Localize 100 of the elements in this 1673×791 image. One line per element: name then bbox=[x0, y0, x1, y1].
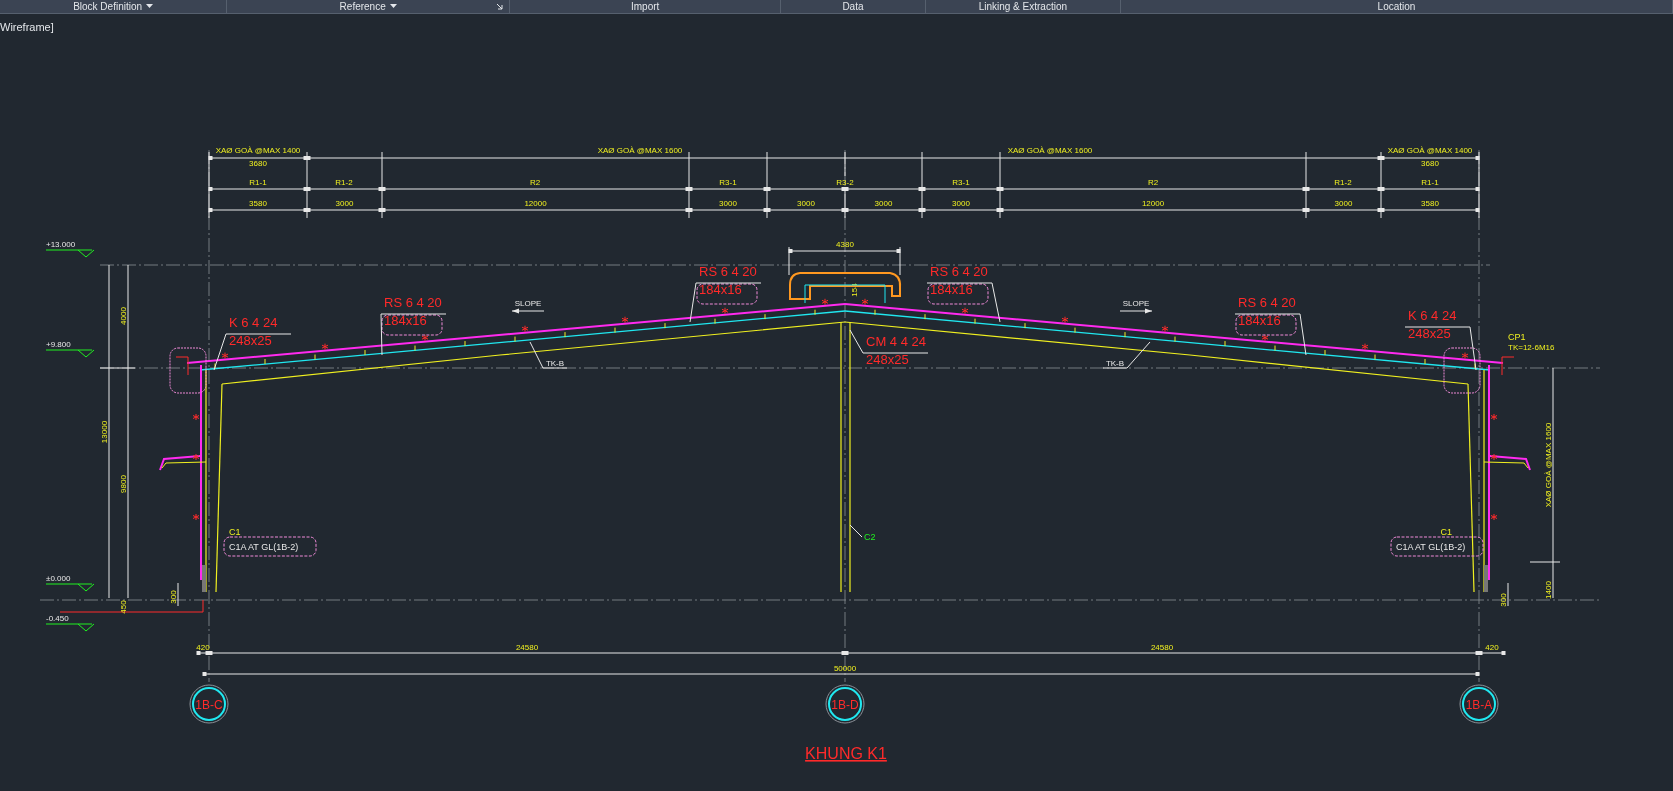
rafter-segment-text: R3-1 bbox=[952, 178, 970, 187]
bolt-mark-icon bbox=[421, 334, 429, 342]
grid-axis-label: 1B-C bbox=[195, 698, 223, 712]
member-size: 248x25 bbox=[1408, 326, 1451, 341]
bolt-mark-icon bbox=[321, 343, 329, 351]
dimension-text: 4380 bbox=[836, 240, 854, 249]
spacing-text: XAØ GOÀ @MAX 1400 bbox=[215, 146, 301, 155]
member-size: 248x25 bbox=[866, 352, 909, 367]
spacing-text: XAØ GOÀ @MAX 1600 bbox=[597, 146, 683, 155]
grid-bubble bbox=[189, 684, 229, 724]
dimension-text: 420 bbox=[196, 643, 210, 652]
slope-text: SLOPE bbox=[1122, 299, 1150, 308]
grid-bubble bbox=[1459, 684, 1499, 724]
spacing-text: XAØ GOÀ @MAX 1600 bbox=[1007, 146, 1093, 155]
tag-text: TK-B bbox=[545, 359, 565, 368]
column-note: C1A AT GL(1B-2) bbox=[1396, 542, 1466, 552]
tag-text: TK-B bbox=[1105, 359, 1125, 368]
bolt-mark-icon bbox=[192, 513, 200, 521]
member-label: RS 6 4 20 bbox=[384, 295, 442, 310]
grid-bubble bbox=[825, 684, 865, 724]
dimension-text: 13000 bbox=[100, 420, 109, 444]
ribbon-panel-title[interactable]: Data bbox=[781, 0, 926, 13]
bolt-mark-icon bbox=[1361, 343, 1369, 351]
column-mark: C1 bbox=[1440, 527, 1452, 537]
ribbon-panel-title[interactable]: Import bbox=[510, 0, 782, 13]
slope-text: SLOPE bbox=[514, 299, 542, 308]
ribbon-panel-title[interactable]: Linking & Extraction bbox=[925, 0, 1121, 13]
rafter-segment-text: R3-1 bbox=[719, 178, 737, 187]
bolt-mark-icon bbox=[221, 352, 229, 360]
leader-line bbox=[1102, 341, 1151, 369]
arrow-icon bbox=[1119, 308, 1153, 314]
column-mark: C2 bbox=[864, 532, 876, 542]
ribbon-panel-title[interactable]: Reference bbox=[227, 0, 511, 13]
dimension-text: 3000 bbox=[719, 199, 737, 208]
member-size: 184x16 bbox=[384, 313, 427, 328]
dimension-text: 3000 bbox=[1334, 199, 1353, 208]
dimension-text: 12000 bbox=[1141, 199, 1165, 208]
dimension-text: 24580 bbox=[1150, 643, 1174, 652]
bolt-mark-icon bbox=[1490, 453, 1498, 461]
member-label: CM 4 4 24 bbox=[866, 334, 926, 349]
dimension-text: 420 bbox=[1485, 643, 1499, 652]
plate-note: TK=12-6M16 bbox=[1508, 343, 1555, 352]
column-note: C1A AT GL(1B-2) bbox=[229, 542, 299, 552]
member-size: 184x16 bbox=[699, 282, 742, 297]
rafter-segment-text: R1-1 bbox=[249, 178, 267, 187]
dimension-text: 450 bbox=[119, 600, 128, 614]
dimension-text: 3000 bbox=[797, 199, 815, 208]
dimension-text: 154 bbox=[850, 283, 859, 297]
level-marker-icon bbox=[45, 623, 95, 632]
dimension-text: 3000 bbox=[335, 199, 354, 208]
member-label: RS 6 4 20 bbox=[1238, 295, 1296, 310]
column-mark: C1 bbox=[229, 527, 241, 537]
dimension-text: 1400 bbox=[1544, 581, 1553, 599]
bolt-mark-icon bbox=[861, 298, 869, 306]
rafter-segment-text: R2 bbox=[529, 178, 541, 187]
ribbon-panel-title[interactable]: Location bbox=[1121, 0, 1673, 13]
member-label: K 6 4 24 bbox=[229, 315, 278, 330]
leader-line bbox=[380, 313, 447, 356]
member-label: RS 6 4 20 bbox=[930, 264, 988, 279]
dimension-text: 4000 bbox=[119, 307, 128, 325]
revision-cloud bbox=[169, 347, 207, 394]
level-text: +9.800 bbox=[46, 340, 71, 349]
bolt-mark-icon bbox=[961, 307, 969, 315]
spacing-text: XAØ GOÀ @MAX 1400 bbox=[1387, 146, 1473, 155]
bolt-mark-icon bbox=[1490, 513, 1498, 521]
grid-axis-label: 1B-D bbox=[831, 698, 859, 712]
ribbon-panel-title[interactable]: Block Definition bbox=[0, 0, 228, 13]
member-size: 184x16 bbox=[1238, 313, 1281, 328]
dimension-text: XAØ GOÀ @MAX 1600 bbox=[1544, 422, 1553, 508]
rafter-segment-text: R1-2 bbox=[1334, 178, 1352, 187]
launcher-icon[interactable] bbox=[497, 3, 504, 10]
dimension-text: 3000 bbox=[874, 199, 893, 208]
dimension-text: 300 bbox=[1499, 593, 1508, 607]
bolt-mark-icon bbox=[521, 325, 529, 333]
bolt-mark-icon bbox=[1461, 352, 1469, 360]
dimension-text: 3580 bbox=[1421, 199, 1439, 208]
bolt-mark-icon bbox=[192, 413, 200, 421]
arrow-icon bbox=[511, 308, 545, 314]
member-label: K 6 4 24 bbox=[1408, 308, 1457, 323]
level-text: ±0.000 bbox=[46, 574, 71, 583]
bolt-mark-icon bbox=[721, 307, 729, 315]
dimension-text: 50000 bbox=[833, 664, 857, 673]
bolt-mark-icon bbox=[1161, 325, 1169, 333]
dimension-text: 9800 bbox=[119, 475, 128, 493]
dimension-text: 12000 bbox=[524, 199, 547, 208]
level-marker-icon bbox=[45, 583, 95, 592]
bolt-mark-icon bbox=[621, 316, 629, 324]
member-label: RS 6 4 20 bbox=[699, 264, 757, 279]
bolt-mark-icon bbox=[1061, 316, 1069, 324]
rafter-segment-text: R3-2 bbox=[836, 178, 854, 187]
level-text: -0.450 bbox=[46, 614, 69, 623]
member-size: 248x25 bbox=[229, 333, 272, 348]
dimension-text: 3000 bbox=[952, 199, 970, 208]
bolt-mark-icon bbox=[821, 298, 829, 306]
grid-axis-label: 1B-A bbox=[1465, 698, 1493, 712]
dimension-text: 3580 bbox=[249, 199, 267, 208]
bolt-mark-icon bbox=[1261, 334, 1269, 342]
dimension-text: 300 bbox=[169, 590, 178, 604]
bolt-mark-icon bbox=[192, 453, 200, 461]
dimension-text: 3680 bbox=[249, 159, 267, 168]
